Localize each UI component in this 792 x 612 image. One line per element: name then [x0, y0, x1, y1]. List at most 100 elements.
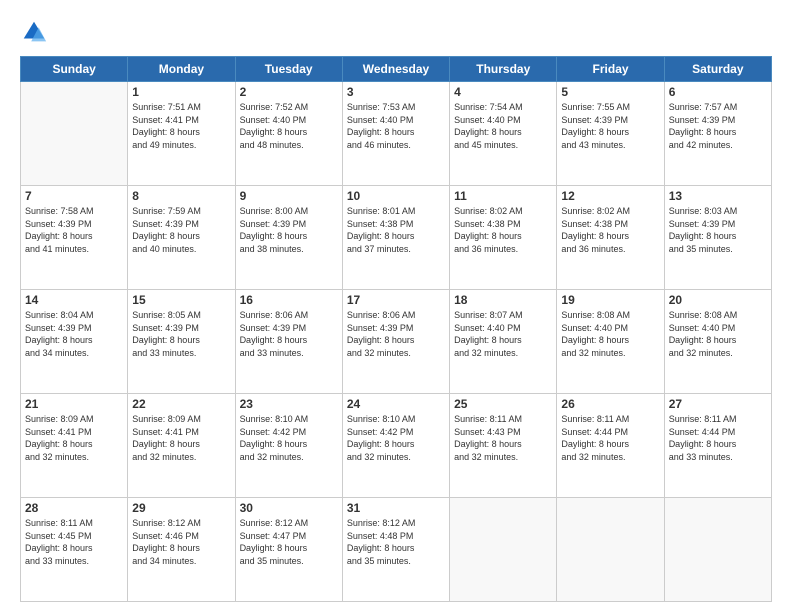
weekday-header-thursday: Thursday	[450, 57, 557, 82]
day-number: 18	[454, 293, 552, 307]
weekday-header-wednesday: Wednesday	[342, 57, 449, 82]
calendar-cell: 26Sunrise: 8:11 AMSunset: 4:44 PMDayligh…	[557, 394, 664, 498]
day-info: Sunrise: 8:10 AMSunset: 4:42 PMDaylight:…	[240, 413, 338, 463]
day-number: 22	[132, 397, 230, 411]
day-info: Sunrise: 8:01 AMSunset: 4:38 PMDaylight:…	[347, 205, 445, 255]
day-info: Sunrise: 7:58 AMSunset: 4:39 PMDaylight:…	[25, 205, 123, 255]
calendar-cell: 29 Sunrise: 8:12 AMSunset: 4:46 PMDayligh…	[128, 498, 235, 602]
day-number: 11	[454, 189, 552, 203]
calendar-cell: 31 Sunrise: 8:12 AMSunset: 4:48 PMDayligh…	[342, 498, 449, 602]
day-number: 12	[561, 189, 659, 203]
weekday-header-sunday: Sunday	[21, 57, 128, 82]
day-info: Sunrise: 8:09 AMSunset: 4:41 PMDaylight:…	[25, 413, 123, 463]
page: SundayMondayTuesdayWednesdayThursdayFrid…	[0, 0, 792, 612]
calendar-cell: 8 Sunrise: 7:59 AMSunset: 4:39 PMDaylight…	[128, 186, 235, 290]
day-info: Sunrise: 7:55 AMSunset: 4:39 PMDaylight:…	[561, 101, 659, 151]
day-number: 2	[240, 85, 338, 99]
day-number: 17	[347, 293, 445, 307]
day-info: Sunrise: 8:08 AMSunset: 4:40 PMDaylight:…	[669, 309, 767, 359]
day-info: Sunrise: 7:52 AMSunset: 4:40 PMDaylight:…	[240, 101, 338, 151]
calendar-cell: 19 Sunrise: 8:08 AMSunset: 4:40 PMDayligh…	[557, 290, 664, 394]
day-number: 21	[25, 397, 123, 411]
calendar-cell: 23 Sunrise: 8:10 AMSunset: 4:42 PMDayligh…	[235, 394, 342, 498]
day-info: Sunrise: 8:02 AMSunset: 4:38 PMDaylight:…	[454, 205, 552, 255]
calendar-cell: 15 Sunrise: 8:05 AMSunset: 4:39 PMDayligh…	[128, 290, 235, 394]
calendar-cell: 27 Sunrise: 8:11 AMSunset: 4:44 PMDayligh…	[664, 394, 771, 498]
calendar-cell: 9 Sunrise: 8:00 AMSunset: 4:39 PMDaylight…	[235, 186, 342, 290]
day-info: Sunrise: 8:11 AMSunset: 4:44 PMDaylight:…	[669, 413, 767, 463]
day-number: 23	[240, 397, 338, 411]
calendar-cell: 20 Sunrise: 8:08 AMSunset: 4:40 PMDayligh…	[664, 290, 771, 394]
calendar-cell: 14Sunrise: 8:04 AMSunset: 4:39 PMDayligh…	[21, 290, 128, 394]
day-info: Sunrise: 7:53 AMSunset: 4:40 PMDaylight:…	[347, 101, 445, 151]
day-number: 30	[240, 501, 338, 515]
day-info: Sunrise: 8:12 AMSunset: 4:48 PMDaylight:…	[347, 517, 445, 567]
calendar-cell: 22Sunrise: 8:09 AMSunset: 4:41 PMDayligh…	[128, 394, 235, 498]
day-info: Sunrise: 8:05 AMSunset: 4:39 PMDaylight:…	[132, 309, 230, 359]
calendar-cell: 12 Sunrise: 8:02 AMSunset: 4:38 PMDayligh…	[557, 186, 664, 290]
calendar-table: SundayMondayTuesdayWednesdayThursdayFrid…	[20, 56, 772, 602]
calendar-cell: 2 Sunrise: 7:52 AMSunset: 4:40 PMDaylight…	[235, 82, 342, 186]
day-number: 13	[669, 189, 767, 203]
day-info: Sunrise: 7:54 AMSunset: 4:40 PMDaylight:…	[454, 101, 552, 151]
day-info: Sunrise: 8:02 AMSunset: 4:38 PMDaylight:…	[561, 205, 659, 255]
calendar-cell: 28 Sunrise: 8:11 AMSunset: 4:45 PMDayligh…	[21, 498, 128, 602]
calendar-cell	[664, 498, 771, 602]
calendar-cell: 11 Sunrise: 8:02 AMSunset: 4:38 PMDayligh…	[450, 186, 557, 290]
calendar-cell	[450, 498, 557, 602]
day-info: Sunrise: 8:10 AMSunset: 4:42 PMDaylight:…	[347, 413, 445, 463]
calendar-cell: 6 Sunrise: 7:57 AMSunset: 4:39 PMDaylight…	[664, 82, 771, 186]
logo	[20, 18, 52, 46]
day-number: 10	[347, 189, 445, 203]
day-number: 19	[561, 293, 659, 307]
calendar-cell	[21, 82, 128, 186]
day-number: 27	[669, 397, 767, 411]
day-info: Sunrise: 8:06 AMSunset: 4:39 PMDaylight:…	[347, 309, 445, 359]
day-number: 29	[132, 501, 230, 515]
day-number: 16	[240, 293, 338, 307]
day-info: Sunrise: 7:59 AMSunset: 4:39 PMDaylight:…	[132, 205, 230, 255]
day-number: 7	[25, 189, 123, 203]
calendar-cell: 18 Sunrise: 8:07 AMSunset: 4:40 PMDayligh…	[450, 290, 557, 394]
day-number: 6	[669, 85, 767, 99]
day-number: 15	[132, 293, 230, 307]
day-info: Sunrise: 7:57 AMSunset: 4:39 PMDaylight:…	[669, 101, 767, 151]
day-number: 25	[454, 397, 552, 411]
calendar-cell	[557, 498, 664, 602]
calendar-cell: 1 Sunrise: 7:51 AMSunset: 4:41 PMDaylight…	[128, 82, 235, 186]
weekday-header-friday: Friday	[557, 57, 664, 82]
calendar-cell: 25 Sunrise: 8:11 AMSunset: 4:43 PMDayligh…	[450, 394, 557, 498]
day-number: 31	[347, 501, 445, 515]
logo-icon	[20, 18, 48, 46]
day-number: 28	[25, 501, 123, 515]
calendar-cell: 7 Sunrise: 7:58 AMSunset: 4:39 PMDaylight…	[21, 186, 128, 290]
day-number: 1	[132, 85, 230, 99]
calendar-cell: 24Sunrise: 8:10 AMSunset: 4:42 PMDayligh…	[342, 394, 449, 498]
day-info: Sunrise: 8:11 AMSunset: 4:45 PMDaylight:…	[25, 517, 123, 567]
day-info: Sunrise: 8:12 AMSunset: 4:46 PMDaylight:…	[132, 517, 230, 567]
day-info: Sunrise: 8:11 AMSunset: 4:43 PMDaylight:…	[454, 413, 552, 463]
calendar-cell: 30 Sunrise: 8:12 AMSunset: 4:47 PMDayligh…	[235, 498, 342, 602]
day-info: Sunrise: 8:07 AMSunset: 4:40 PMDaylight:…	[454, 309, 552, 359]
weekday-header-saturday: Saturday	[664, 57, 771, 82]
calendar-cell: 17 Sunrise: 8:06 AMSunset: 4:39 PMDayligh…	[342, 290, 449, 394]
day-info: Sunrise: 8:12 AMSunset: 4:47 PMDaylight:…	[240, 517, 338, 567]
day-number: 9	[240, 189, 338, 203]
day-info: Sunrise: 8:08 AMSunset: 4:40 PMDaylight:…	[561, 309, 659, 359]
day-number: 20	[669, 293, 767, 307]
weekday-header-monday: Monday	[128, 57, 235, 82]
calendar-cell: 3 Sunrise: 7:53 AMSunset: 4:40 PMDaylight…	[342, 82, 449, 186]
day-info: Sunrise: 7:51 AMSunset: 4:41 PMDaylight:…	[132, 101, 230, 151]
weekday-header-tuesday: Tuesday	[235, 57, 342, 82]
day-info: Sunrise: 8:03 AMSunset: 4:39 PMDaylight:…	[669, 205, 767, 255]
day-info: Sunrise: 8:00 AMSunset: 4:39 PMDaylight:…	[240, 205, 338, 255]
calendar-cell: 10 Sunrise: 8:01 AMSunset: 4:38 PMDayligh…	[342, 186, 449, 290]
day-number: 8	[132, 189, 230, 203]
day-info: Sunrise: 8:06 AMSunset: 4:39 PMDaylight:…	[240, 309, 338, 359]
header	[20, 18, 772, 46]
day-number: 3	[347, 85, 445, 99]
day-number: 26	[561, 397, 659, 411]
day-info: Sunrise: 8:04 AMSunset: 4:39 PMDaylight:…	[25, 309, 123, 359]
day-number: 4	[454, 85, 552, 99]
calendar-cell: 4 Sunrise: 7:54 AMSunset: 4:40 PMDaylight…	[450, 82, 557, 186]
